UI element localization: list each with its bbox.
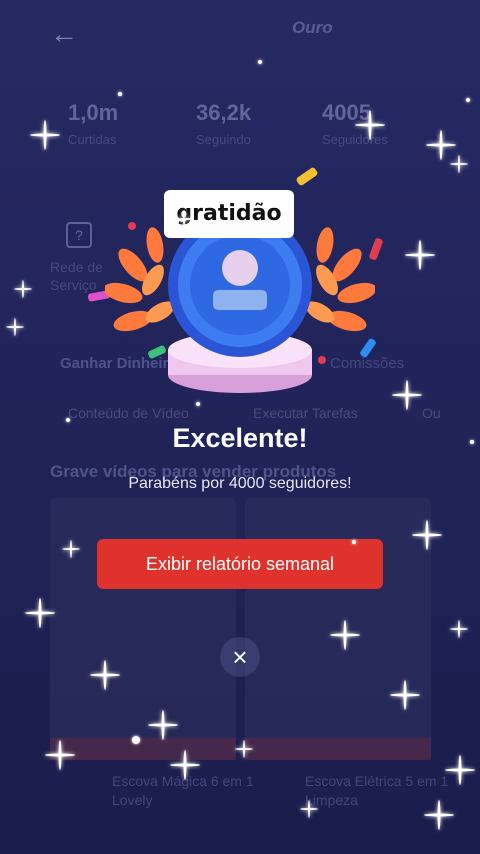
- sparkle-icon: [6, 318, 24, 336]
- popup-subtitle: Parabéns por 4000 seguidores!: [128, 475, 352, 492]
- sparkle-dot: [66, 418, 70, 422]
- sparkle-dot: [132, 736, 140, 744]
- sparkle-icon: [300, 800, 318, 818]
- help-icon[interactable]: ?: [66, 222, 92, 248]
- sparkle-icon: [175, 210, 193, 228]
- product-title: Escova Mágica 6 em 1 Lovely: [112, 773, 254, 808]
- sparkle-icon: [14, 280, 32, 298]
- help-label: Rede de Serviço: [50, 259, 103, 293]
- sparkle-icon: [390, 680, 420, 710]
- tab-other[interactable]: Ou: [422, 405, 441, 421]
- sparkle-icon: [412, 520, 442, 550]
- stat-number: 4005: [322, 100, 371, 125]
- weekly-report-button[interactable]: Exibir relatório semanal: [97, 539, 383, 589]
- sparkle-dot: [118, 92, 122, 96]
- sparkle-icon: [148, 710, 178, 740]
- shop-title: Ouro: [292, 18, 333, 37]
- back-arrow-icon[interactable]: ←: [50, 18, 78, 50]
- sparkle-icon: [25, 598, 55, 628]
- sparkle-dot: [196, 402, 200, 406]
- stat-number: 1,0m: [68, 100, 119, 125]
- sparkle-icon: [450, 155, 468, 173]
- sparkle-dot: [352, 540, 356, 544]
- popup-screen: ← Ouro 1,0m Curtidas 36,2k Seguindo 4005…: [0, 0, 480, 854]
- sparkle-icon: [392, 380, 422, 410]
- product-card[interactable]: [50, 498, 236, 760]
- stat-label: Seguindo: [196, 132, 251, 147]
- sparkle-dot: [258, 60, 262, 64]
- sparkle-icon: [330, 620, 360, 650]
- sparkle-dot: [470, 440, 474, 444]
- stat-following: 36,2k Seguindo: [196, 100, 326, 147]
- tab-run-tasks[interactable]: Executar Tarefas: [253, 405, 358, 421]
- sparkle-icon: [45, 740, 75, 770]
- sparkle-icon: [355, 110, 385, 140]
- sparkle-icon: [235, 740, 253, 758]
- sparkle-icon: [90, 660, 120, 690]
- sparkle-icon: [450, 620, 468, 638]
- stat-label: Curtidas: [68, 132, 117, 147]
- popup-title: Excelente!: [172, 423, 308, 453]
- sparkle-dot: [466, 98, 470, 102]
- sparkle-icon: [405, 240, 435, 270]
- sparkle-icon: [445, 755, 475, 785]
- laurel-left-icon: [105, 227, 175, 332]
- sparkle-icon: [30, 120, 60, 150]
- stat-likes: 1,0m Curtidas: [68, 100, 198, 147]
- sparkle-icon: [424, 800, 454, 830]
- close-icon[interactable]: ×: [220, 637, 260, 677]
- stat-number: 36,2k: [196, 100, 252, 125]
- laurel-right-icon: [305, 227, 375, 332]
- sparkle-icon: [62, 540, 80, 558]
- tab-video-content[interactable]: Conteúdo de Vídeo: [68, 405, 189, 421]
- profile-stats: 1,0m Curtidas 36,2k Seguindo 4005 Seguid…: [0, 100, 480, 160]
- sparkle-icon: [170, 750, 200, 780]
